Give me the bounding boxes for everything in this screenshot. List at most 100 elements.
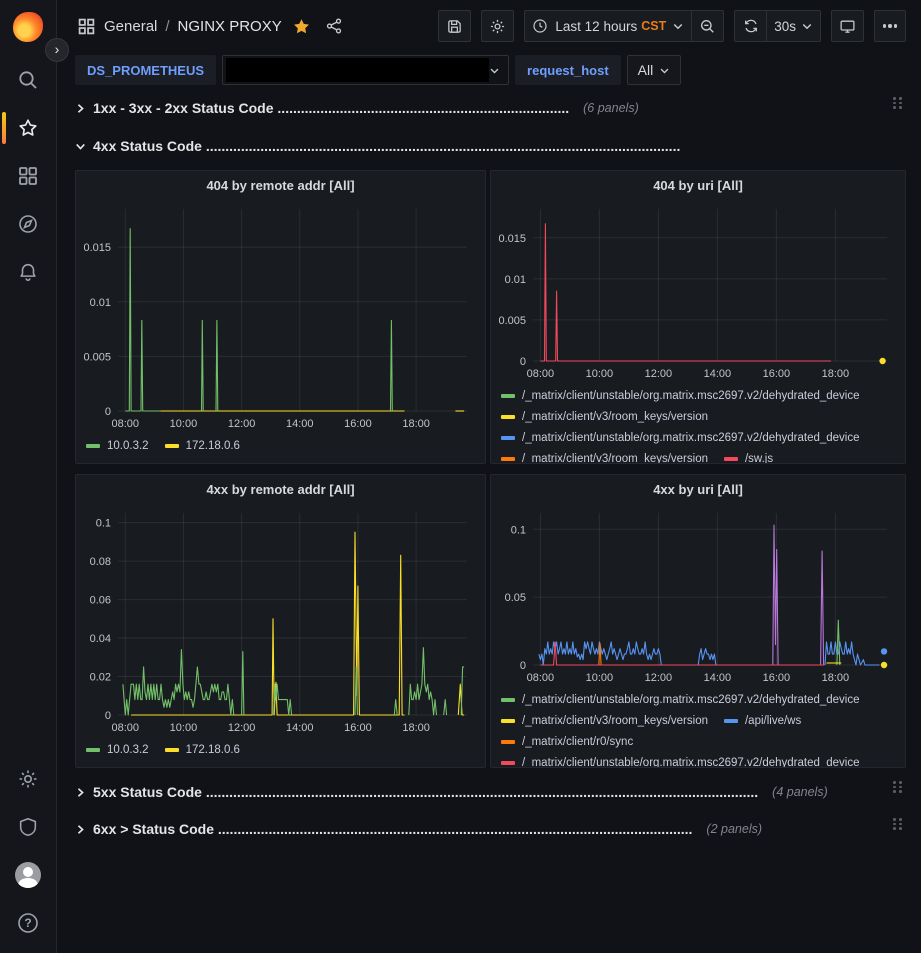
chevron-right-icon <box>75 824 86 835</box>
gear-icon <box>17 768 39 790</box>
panel-title[interactable]: 4xx by uri [All] <box>491 475 905 503</box>
panel-title[interactable]: 4xx by remote addr [All] <box>76 475 485 503</box>
legend-item[interactable]: /_matrix/client/r0/sync <box>501 736 633 748</box>
panel-legend: 10.0.3.2 172.18.0.6 <box>76 433 485 463</box>
svg-text:0.005: 0.005 <box>83 351 111 363</box>
panel-404-by-remote-addr: 404 by remote addr [All] 00.0050.010.015… <box>75 170 486 464</box>
legend-series-swatch <box>501 394 515 398</box>
sidebar-expand-button[interactable]: › <box>45 38 69 62</box>
panel-4xx-by-remote-addr: 4xx by remote addr [All] 00.020.040.060.… <box>75 474 486 768</box>
legend-series-label[interactable]: /_matrix/client/unstable/org.matrix.msc2… <box>522 694 860 706</box>
legend-series-label[interactable]: 10.0.3.2 <box>107 744 149 756</box>
sidebar-item-help[interactable]: ? <box>0 899 56 947</box>
save-dashboard-button[interactable] <box>438 10 471 42</box>
legend-series-label[interactable]: /_matrix/client/r0/sync <box>522 736 633 748</box>
svg-text:18:00: 18:00 <box>402 722 430 734</box>
legend-item[interactable]: /api/live/ws <box>724 715 801 727</box>
time-range-picker[interactable]: Last 12 hours CST <box>524 10 691 42</box>
legend-item[interactable]: /_matrix/client/v3/room_keys/version <box>501 715 708 727</box>
row-drag-handle[interactable] <box>893 818 903 830</box>
svg-text:12:00: 12:00 <box>228 418 256 430</box>
grafana-logo[interactable] <box>13 12 43 42</box>
legend-series-label[interactable]: 10.0.3.2 <box>107 440 149 452</box>
legend-item[interactable]: /_matrix/client/unstable/org.matrix.msc2… <box>501 432 860 444</box>
apps-grid-icon <box>77 17 96 36</box>
svg-text:16:00: 16:00 <box>763 672 791 684</box>
row-header-4xx[interactable]: 4xx Status Code ........................… <box>75 132 906 160</box>
svg-text:0.005: 0.005 <box>498 315 526 327</box>
legend-series-label[interactable]: 172.18.0.6 <box>186 744 240 756</box>
svg-text:16:00: 16:00 <box>344 722 372 734</box>
datasource-variable-select[interactable] <box>222 55 509 85</box>
breadcrumb-dashboard-title[interactable]: NGINX PROXY <box>178 18 282 35</box>
sidebar-item-profile[interactable] <box>0 851 56 899</box>
legend-item[interactable]: /_matrix/client/unstable/org.matrix.msc2… <box>501 694 860 706</box>
search-icon <box>17 69 39 91</box>
legend-series-label[interactable]: /_matrix/client/unstable/org.matrix.msc2… <box>522 757 860 768</box>
row-panel-count: (2 panels) <box>706 822 762 836</box>
sidebar-item-server-admin[interactable] <box>0 803 56 851</box>
legend-series-label[interactable]: /api/live/ws <box>745 715 801 727</box>
legend-item[interactable]: 172.18.0.6 <box>165 440 240 452</box>
time-series-chart[interactable]: 00.0050.010.01508:0010:0012:0014:0016:00… <box>491 199 905 383</box>
refresh-interval-picker[interactable]: 30s <box>766 10 821 42</box>
sidebar-item-alerting[interactable] <box>0 248 56 296</box>
more-options-kebab-menu[interactable] <box>874 10 906 42</box>
panel-title[interactable]: 404 by remote addr [All] <box>76 171 485 199</box>
svg-text:0: 0 <box>520 356 526 368</box>
legend-series-label[interactable]: 172.18.0.6 <box>186 440 240 452</box>
legend-series-label[interactable]: /_matrix/client/v3/room_keys/version <box>522 715 708 727</box>
share-icon[interactable] <box>325 17 343 35</box>
legend-item[interactable]: /_matrix/client/unstable/org.matrix.msc2… <box>501 757 860 768</box>
sidebar-item-starred[interactable] <box>0 104 56 152</box>
legend-series-label[interactable]: /_matrix/client/v3/room_keys/version <box>522 453 708 464</box>
svg-text:0.02: 0.02 <box>90 672 111 684</box>
row-title: 1xx - 3xx - 2xx Status Code ............… <box>93 100 569 116</box>
row-header-1xx-3xx-2xx[interactable]: 1xx - 3xx - 2xx Status Code ............… <box>75 94 906 122</box>
request-host-variable-label: request_host <box>515 55 621 85</box>
legend-item[interactable]: 10.0.3.2 <box>86 744 149 756</box>
request-host-variable-select[interactable]: All <box>627 55 682 85</box>
refresh-button[interactable] <box>734 10 766 42</box>
cycle-view-mode-button[interactable] <box>831 10 864 42</box>
legend-item[interactable]: 172.18.0.6 <box>165 744 240 756</box>
row-header-5xx[interactable]: 5xx Status Code ........................… <box>75 778 906 806</box>
legend-item[interactable]: /_matrix/client/v3/room_keys/version <box>501 411 708 423</box>
legend-item[interactable]: /sw.js <box>724 453 773 464</box>
zoom-out-time-button[interactable] <box>691 10 724 42</box>
favorite-star-icon[interactable] <box>292 17 311 36</box>
sidebar-item-explore[interactable] <box>0 200 56 248</box>
row-drag-handle[interactable] <box>893 97 903 109</box>
row-drag-handle[interactable] <box>893 781 903 793</box>
refresh-icon <box>743 18 759 34</box>
svg-text:18:00: 18:00 <box>822 672 850 684</box>
svg-text:0.01: 0.01 <box>90 297 111 309</box>
legend-series-label[interactable]: /sw.js <box>745 453 773 464</box>
time-series-chart[interactable]: 00.0050.010.01508:0010:0012:0014:0016:00… <box>76 199 485 433</box>
legend-series-label[interactable]: /_matrix/client/v3/room_keys/version <box>522 411 708 423</box>
sidebar-item-search[interactable] <box>0 56 56 104</box>
legend-series-swatch <box>724 457 738 461</box>
legend-item[interactable]: /_matrix/client/v3/room_keys/version <box>501 453 708 464</box>
legend-series-label[interactable]: /_matrix/client/unstable/org.matrix.msc2… <box>522 432 860 444</box>
dashboard-settings-button[interactable] <box>481 10 514 42</box>
legend-series-label[interactable]: /_matrix/client/unstable/org.matrix.msc2… <box>522 390 860 402</box>
row-header-6xx[interactable]: 6xx > Status Code ......................… <box>75 815 906 843</box>
panel-title[interactable]: 404 by uri [All] <box>491 171 905 199</box>
breadcrumb-section[interactable]: General <box>104 18 157 35</box>
clock-icon <box>532 18 548 34</box>
svg-text:08:00: 08:00 <box>112 418 140 430</box>
time-series-chart[interactable]: 00.020.040.060.080.108:0010:0012:0014:00… <box>76 503 485 737</box>
legend-item[interactable]: /_matrix/client/unstable/org.matrix.msc2… <box>501 390 860 402</box>
sidebar-item-dashboards[interactable] <box>0 152 56 200</box>
chevron-right-icon <box>75 103 86 114</box>
row-title: 4xx Status Code ........................… <box>93 138 680 154</box>
chevron-down-icon <box>659 65 670 76</box>
legend-item[interactable]: 10.0.3.2 <box>86 440 149 452</box>
sidebar-item-configuration[interactable] <box>0 755 56 803</box>
svg-text:12:00: 12:00 <box>228 722 256 734</box>
time-series-chart[interactable]: 00.050.108:0010:0012:0014:0016:0018:00 <box>491 503 905 687</box>
chevron-right-icon <box>75 787 86 798</box>
svg-text:0: 0 <box>105 710 111 722</box>
chevron-down-icon <box>801 20 813 32</box>
